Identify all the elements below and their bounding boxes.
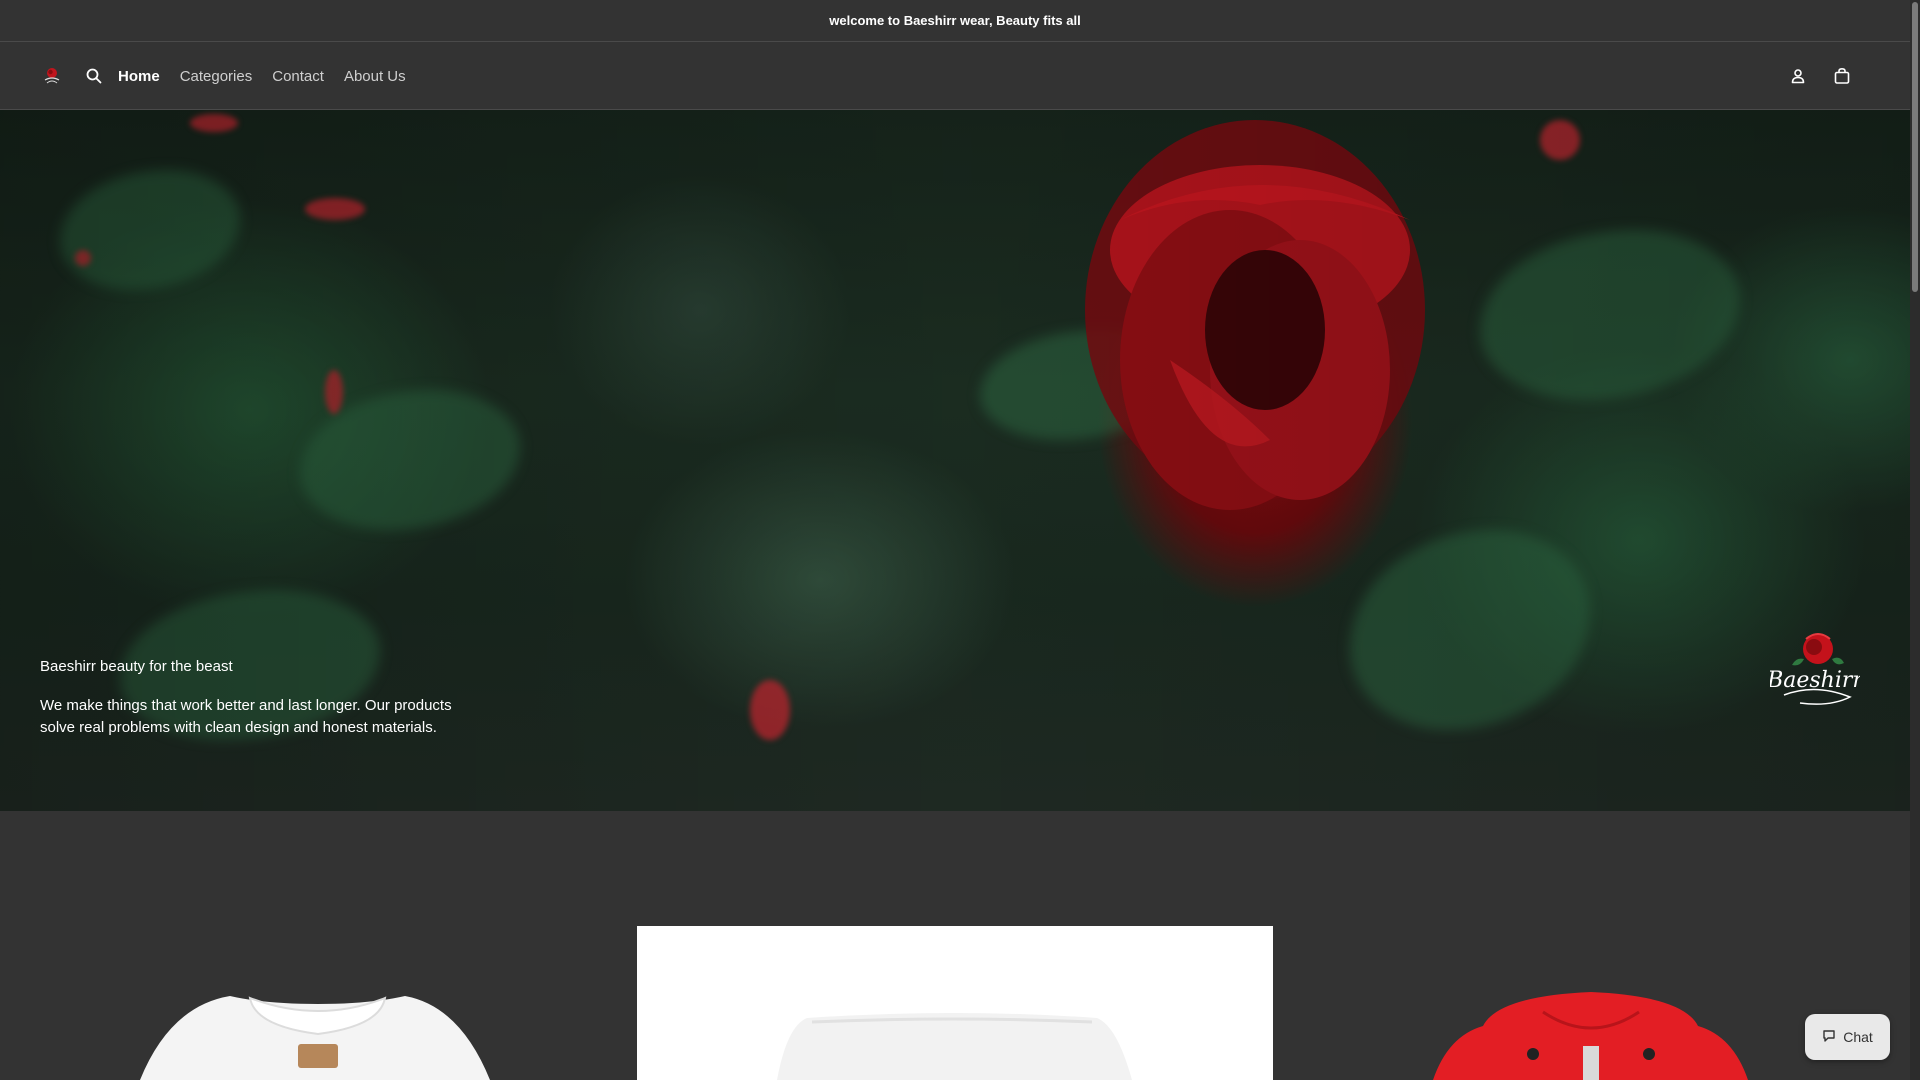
product-card[interactable]	[0, 926, 637, 1080]
nav-contact[interactable]: Contact	[272, 68, 324, 85]
hero-tagline: Baeshirr beauty for the beast	[40, 658, 233, 675]
account-icon[interactable]	[1784, 62, 1812, 90]
brand-logo[interactable]	[40, 64, 64, 88]
nav-categories[interactable]: Categories	[180, 68, 253, 85]
announcement-text: welcome to Baeshirr wear, Beauty fits al…	[829, 13, 1081, 28]
product-image-white-shorts	[776, 1013, 1132, 1080]
chat-button[interactable]: Chat	[1805, 1014, 1890, 1060]
hero-text-block: Baeshirr beauty for the beast We make th…	[40, 658, 480, 739]
main-nav: Home Categories Contact About Us	[118, 68, 426, 85]
product-card[interactable]	[636, 926, 1274, 1080]
announcement-bar: welcome to Baeshirr wear, Beauty fits al…	[0, 0, 1910, 42]
product-image-white-shirt	[140, 996, 490, 1080]
brand-logo-emblem: Baeshirr	[1766, 625, 1864, 715]
chat-icon	[1822, 1029, 1836, 1046]
nav-home[interactable]: Home	[118, 68, 160, 85]
page-scrollbar[interactable]	[1910, 0, 1920, 1080]
hero-banner: Baeshirr beauty for the beast We make th…	[0, 110, 1910, 811]
product-grid	[0, 926, 1911, 1080]
nav-about-us[interactable]: About Us	[344, 68, 406, 85]
search-icon[interactable]	[80, 62, 108, 90]
cart-icon[interactable]	[1828, 62, 1856, 90]
section-spacer	[0, 811, 1910, 926]
scrollbar-thumb[interactable]	[1912, 2, 1918, 292]
site-header: Home Categories Contact About Us	[0, 43, 1910, 110]
chat-label: Chat	[1843, 1029, 1873, 1045]
hero-description: We make things that work better and last…	[40, 697, 452, 736]
